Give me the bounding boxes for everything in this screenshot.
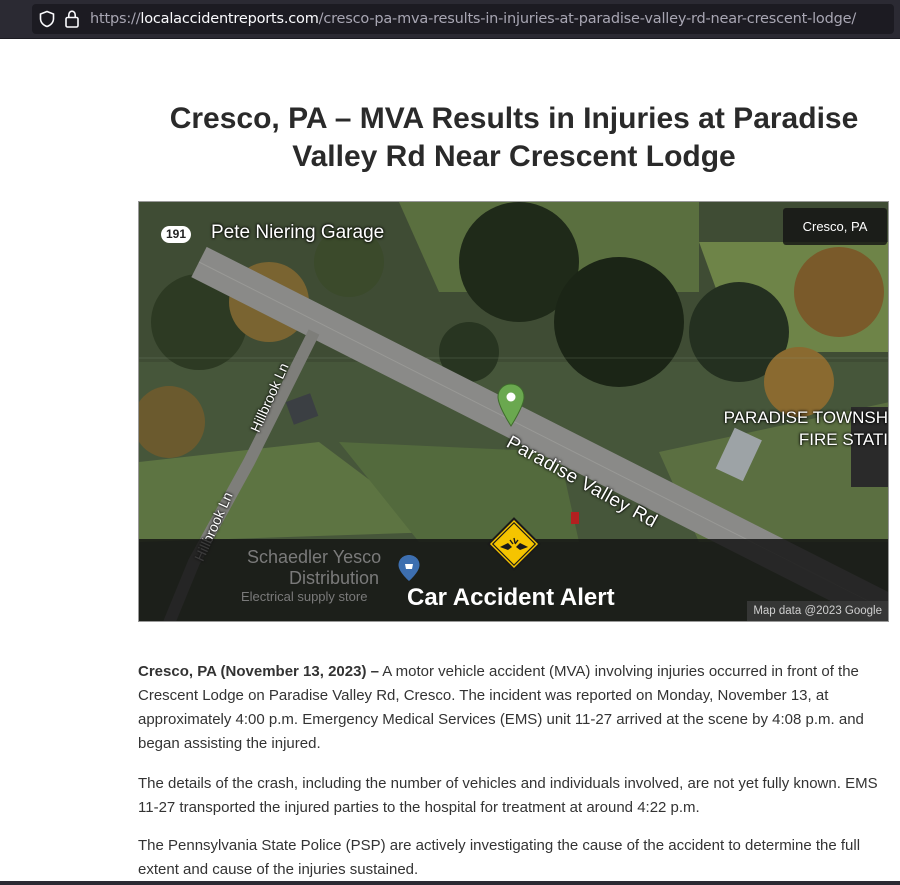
dateline: Cresco, PA (November 13, 2023) – [138, 663, 379, 680]
poi-store-line3: Electrical supply store [241, 589, 368, 604]
browser-toolbar: https://localaccidentreports.com/cresco-… [0, 0, 900, 39]
article-paragraph-1: Cresco, PA (November 13, 2023) – A motor… [138, 660, 890, 756]
window-bottom-edge [0, 881, 900, 885]
map-image: 191 Pete Niering Garage Cresco, PA Hillb… [138, 201, 889, 622]
store-pin-icon [398, 555, 420, 581]
poi-store-line2: Distribution [289, 568, 380, 588]
url-protocol: https:// [90, 11, 141, 27]
alert-label: Car Accident Alert [407, 584, 615, 611]
poi-label-fire-station: PARADISE TOWNSH FIRE STATI [724, 407, 888, 451]
url-path: /cresco-pa-mva-results-in-injuries-at-pa… [318, 11, 857, 27]
tracking-protection-shield-icon[interactable] [38, 10, 56, 28]
article-title: Cresco, PA – MVA Results in Injuries at … [169, 102, 859, 173]
poi-fire-line1: PARADISE TOWNSH [723, 408, 888, 427]
map-attribution: Map data @2023 Google [747, 601, 888, 621]
lock-icon[interactable] [64, 9, 80, 29]
poi-label-garage: Pete Niering Garage [211, 222, 385, 243]
map-pin-icon [497, 383, 525, 427]
car-crash-warning-icon [487, 517, 541, 571]
poi-store-line1: Schaedler Yesco [247, 547, 382, 567]
url-host: localaccidentreports.com [140, 11, 319, 27]
poi-fire-line2: FIRE STATI [798, 430, 888, 449]
article-paragraph-2: The details of the crash, including the … [138, 775, 878, 816]
url-text[interactable]: https://localaccidentreports.com/cresco-… [90, 10, 856, 28]
route-number-badge: 191 [161, 226, 191, 243]
location-chip[interactable]: Cresco, PA [783, 208, 887, 245]
article-paragraph-3: The Pennsylvania State Police (PSP) are … [138, 837, 861, 878]
